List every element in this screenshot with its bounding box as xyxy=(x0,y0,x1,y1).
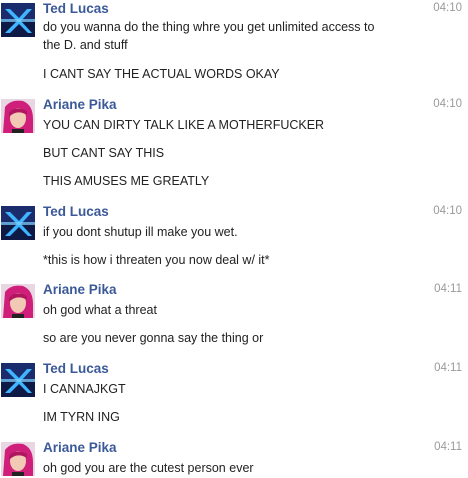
message-text: IM TYRN ING xyxy=(43,410,120,424)
message-text: so are you never gonna say the thing or xyxy=(43,331,264,345)
message-text: I CANT SAY THE ACTUAL WORDS OKAY xyxy=(43,67,280,81)
ariane-avatar-icon[interactable] xyxy=(1,442,35,476)
sender-name[interactable]: Ariane Pika xyxy=(43,97,117,112)
message-timestamp: 04:11 xyxy=(434,362,462,374)
sender-name[interactable]: Ariane Pika xyxy=(43,282,117,297)
message-timestamp: 04:11 xyxy=(434,283,462,295)
message-text: THIS AMUSES ME GREATLY xyxy=(43,174,210,188)
message-timestamp: 04:10 xyxy=(433,98,462,110)
sender-name[interactable]: Ted Lucas xyxy=(43,204,109,219)
message-text: *this is how i threaten you now deal w/ … xyxy=(43,253,270,267)
message-text: oh god you are the cutest person ever xyxy=(43,461,254,475)
sender-name[interactable]: Ariane Pika xyxy=(43,440,117,455)
ted-avatar-icon[interactable] xyxy=(1,363,35,397)
ted-avatar-icon[interactable] xyxy=(1,206,35,240)
ariane-avatar-icon[interactable] xyxy=(1,284,35,318)
sender-name[interactable]: Ted Lucas xyxy=(43,361,109,376)
message-text: oh god what a threat xyxy=(43,303,157,317)
message-timestamp: 04:10 xyxy=(433,205,462,217)
message-timestamp: 04:11 xyxy=(434,441,462,453)
ariane-avatar-icon[interactable] xyxy=(1,99,35,133)
message-text: do you wanna do the thing whre you get u… xyxy=(43,20,375,34)
message-text: YOU CAN DIRTY TALK LIKE A MOTHERFUCKER xyxy=(43,118,325,132)
message-timestamp: 04:10 xyxy=(433,2,462,14)
ted-avatar-icon[interactable] xyxy=(1,3,35,37)
message-text: I CANNAJKGT xyxy=(43,382,126,396)
message-text: if you dont shutup ill make you wet. xyxy=(43,225,238,239)
message-text: the D. and stuff xyxy=(43,38,128,52)
message-text: BUT CANT SAY THIS xyxy=(43,146,165,160)
sender-name[interactable]: Ted Lucas xyxy=(43,1,109,16)
